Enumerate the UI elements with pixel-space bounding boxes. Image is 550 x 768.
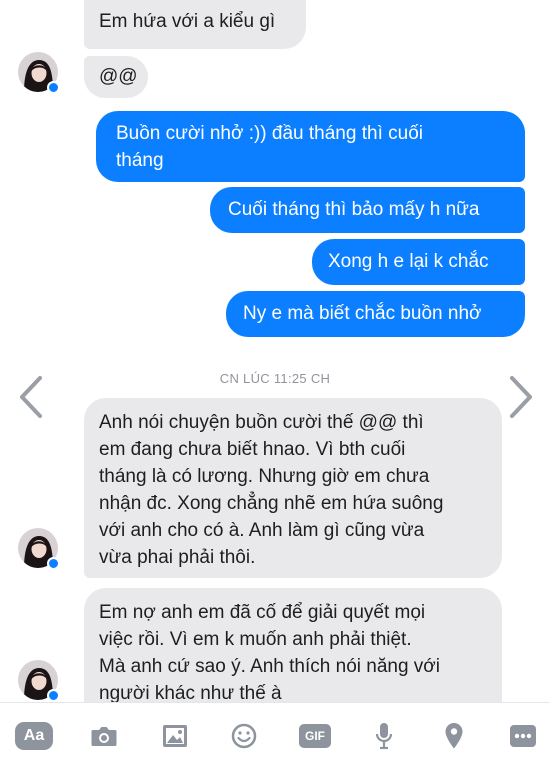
text-input-label: Aa xyxy=(15,722,53,750)
message-text: Buồn cười nhở :)) đầu tháng thì cuối xyxy=(116,123,423,144)
message-outgoing: Cuối tháng thì bảo mấy h nữa xyxy=(210,187,525,233)
microphone-button[interactable] xyxy=(372,721,396,751)
messenger-badge-icon xyxy=(47,81,60,94)
message-incoming: Anh nói chuyện buồn cười thế @@ thì em đ… xyxy=(84,398,502,578)
message-line: tháng là có lương. Nhưng giờ em chưa xyxy=(99,466,430,487)
timestamp: CN LÚC 11:25 CH xyxy=(219,371,331,386)
message-line: Mà anh cứ sao ý. Anh thích nói năng với xyxy=(99,656,440,677)
location-icon xyxy=(445,723,463,749)
message-text: tháng xyxy=(116,150,164,171)
message-line: với anh cho có à. Anh làm gì cũng vừa xyxy=(99,520,425,541)
messenger-badge-icon xyxy=(47,689,60,702)
message-outgoing: Buồn cười nhở :)) đầu tháng thì cuối thá… xyxy=(96,111,525,182)
message-text: Cuối tháng thì bảo mấy h nữa xyxy=(228,199,480,220)
more-icon xyxy=(510,725,536,747)
message-line: người khác như thế à xyxy=(99,683,282,702)
message-text: Em hứa với a kiểu gì xyxy=(99,11,276,32)
more-button[interactable] xyxy=(508,721,538,751)
message-line: em đang chưa biết hnao. Vì bth cuối xyxy=(99,439,406,460)
message-outgoing: Xong h e lại k chắc xyxy=(312,239,525,285)
camera-button[interactable] xyxy=(88,721,120,751)
message-incoming: @@ xyxy=(84,56,148,98)
microphone-icon xyxy=(375,723,393,750)
message-line: vừa phai phải thôi. xyxy=(99,547,256,568)
message-text: Ny e mà biết chắc buồn nhở xyxy=(243,303,482,324)
message-text: Xong h e lại k chắc xyxy=(328,251,489,272)
message-thread: Em hứa với a kiểu gì @@ Buồn cười nhở :)… xyxy=(0,0,550,702)
message-line: việc rồi. Vì em k muốn anh phải thiệt. xyxy=(99,629,412,650)
gif-icon: GIF xyxy=(299,724,331,748)
next-arrow-icon[interactable] xyxy=(504,373,540,421)
image-button[interactable] xyxy=(160,721,190,751)
message-incoming: Em hứa với a kiểu gì xyxy=(84,0,306,49)
image-icon xyxy=(163,725,187,747)
previous-arrow-icon[interactable] xyxy=(12,373,48,421)
messenger-badge-icon xyxy=(47,557,60,570)
message-line: nhận đc. Xong chẳng nhẽ em hứa suông xyxy=(99,493,444,514)
composer-toolbar: Aa GIF xyxy=(0,702,550,768)
location-button[interactable] xyxy=(442,721,466,751)
message-incoming: Em nợ anh em đã cố để giải quyết mọi việ… xyxy=(84,588,502,702)
emoji-button[interactable] xyxy=(229,721,259,751)
message-outgoing: Ny e mà biết chắc buồn nhở xyxy=(226,291,525,337)
gif-button[interactable]: GIF xyxy=(298,721,332,751)
message-line: Anh nói chuyện buồn cười thế @@ thì xyxy=(99,412,424,433)
message-text: @@ xyxy=(99,66,138,87)
message-line: Em nợ anh em đã cố để giải quyết mọi xyxy=(99,602,426,623)
camera-icon xyxy=(91,727,117,746)
text-input-button[interactable]: Aa xyxy=(14,721,54,751)
emoji-icon xyxy=(231,723,257,749)
